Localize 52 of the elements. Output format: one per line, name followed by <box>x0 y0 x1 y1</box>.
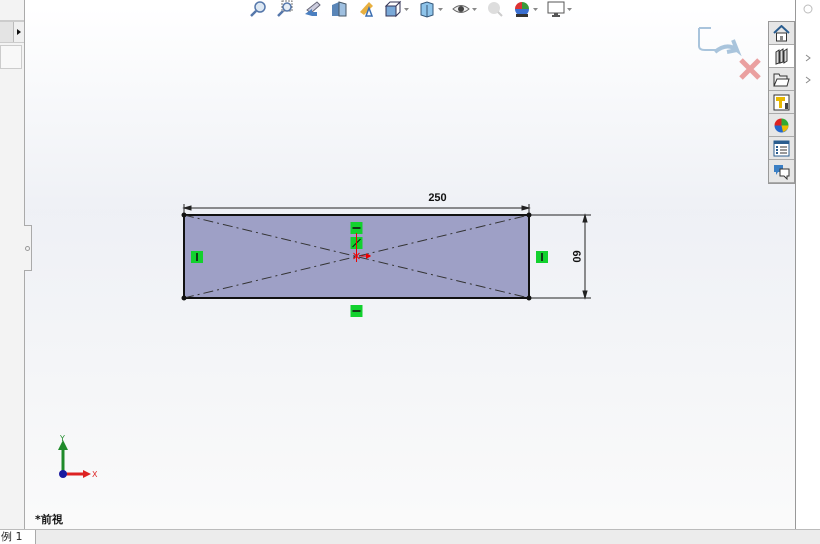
toolbar-button[interactable] <box>418 0 442 18</box>
chevron-icon <box>805 76 811 84</box>
cube-icon <box>384 0 402 18</box>
folder-icon <box>773 70 790 88</box>
caret-icon <box>566 8 572 10</box>
task-pane-tab[interactable] <box>769 160 794 183</box>
toolbar-button[interactable] <box>302 0 320 18</box>
origin-dot <box>59 470 67 478</box>
sheet-tab[interactable]: 例 1 <box>0 530 36 544</box>
caret-icon <box>438 8 442 10</box>
constraint-icon <box>350 305 362 317</box>
scene-icon <box>512 0 530 18</box>
task-pane-tab[interactable] <box>769 91 794 114</box>
box-icon <box>418 0 436 18</box>
toolbar-button[interactable] <box>512 0 538 18</box>
axis-label: X <box>92 470 98 479</box>
axis-label: Y <box>60 434 65 443</box>
constraint-icon <box>350 237 362 249</box>
handle-dot-icon <box>25 246 30 250</box>
task-pane-tab[interactable] <box>769 22 794 45</box>
color-ball-icon <box>773 116 790 134</box>
task-pane-tab[interactable] <box>769 68 794 91</box>
circle-icon <box>803 4 813 14</box>
dimension-value: 250 <box>428 192 447 204</box>
design-library-icon <box>773 94 790 110</box>
arrow-icon <box>302 0 320 18</box>
toolbar-button[interactable] <box>330 0 348 18</box>
home-icon <box>773 24 790 42</box>
list-icon <box>773 140 790 156</box>
chat-bubbles-icon <box>773 162 790 180</box>
constraint-icon <box>350 222 362 234</box>
toolbar-button[interactable] <box>546 0 572 18</box>
books-icon <box>773 48 790 64</box>
caret-icon <box>404 8 408 10</box>
task-pane-tab[interactable] <box>769 137 794 160</box>
constraint-icon <box>191 251 203 263</box>
magnifier-icon <box>248 0 266 18</box>
chevron-icon <box>805 54 811 62</box>
magnifier-icon <box>276 0 294 18</box>
dimension-value: 60 <box>570 250 582 263</box>
origin-icon <box>353 232 371 262</box>
toolbar-button[interactable] <box>384 0 408 18</box>
constraint-icon <box>536 251 548 263</box>
caret-icon <box>472 8 476 10</box>
collapse-handle[interactable] <box>24 225 32 271</box>
confirmation-corner-drawing <box>697 26 763 82</box>
view-name: *前視 <box>35 512 63 527</box>
monitor-icon <box>546 0 564 18</box>
task-pane-tab[interactable] <box>769 45 794 68</box>
cube-section-icon <box>330 0 348 18</box>
right-arrow-icon <box>17 29 21 35</box>
caret-icon <box>532 8 538 10</box>
